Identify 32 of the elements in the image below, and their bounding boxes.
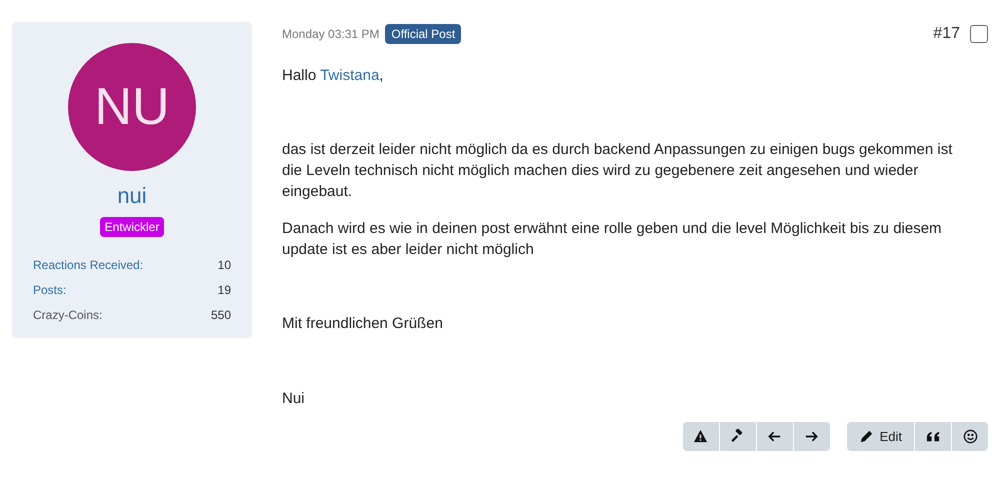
- pencil-icon: [858, 429, 874, 444]
- arrow-left-button[interactable]: [756, 422, 793, 451]
- stat-label[interactable]: Posts:: [33, 281, 66, 299]
- stat-label[interactable]: Reactions Received:: [33, 256, 144, 274]
- greeting-text: Hallo Twistana,: [282, 66, 384, 86]
- arrow-right-button[interactable]: [794, 422, 830, 451]
- post-paragraph: das ist derzeit leider nicht möglich da es durch backend Anpassungen zu einigen bugs gekommen ist die Leveln technisch nicht möglich machen dies wird zu gegebenere zeit angesehen und wieder eingebaut.: [282, 140, 954, 202]
- stat-value: 10: [218, 257, 231, 274]
- signature-text: Nui: [282, 389, 306, 409]
- warning-button[interactable]: [682, 422, 719, 451]
- arrow-right-icon: [804, 429, 820, 444]
- username[interactable]: nui: [117, 179, 147, 212]
- smiley-icon: [962, 429, 978, 444]
- post-number[interactable]: #17: [933, 22, 960, 46]
- edit-button[interactable]: Edit: [846, 422, 914, 451]
- closing-text: Mit freundlichen Grüßen: [282, 314, 444, 334]
- quote-button[interactable]: [915, 422, 951, 451]
- warning-icon: [693, 429, 708, 444]
- user-link[interactable]: Twistana: [320, 67, 380, 84]
- post-paragraph: Danach wird es wie in deinen post erwähnt eine rolle geben und die level Möglichkeit bis zu diesem update ist es aber leider nicht möglich: [282, 219, 943, 260]
- avatar: NU: [68, 43, 196, 171]
- stat-value: 550: [210, 307, 231, 324]
- smiley-button[interactable]: [952, 422, 988, 451]
- role-badge: Entwickler: [100, 217, 164, 237]
- post-time[interactable]: Monday 03:31 PM: [282, 25, 380, 43]
- gavel-button[interactable]: [720, 422, 756, 451]
- official-post-badge: Official Post: [385, 24, 462, 44]
- select-checkbox[interactable]: [970, 25, 988, 43]
- arrow-left-icon: [767, 429, 782, 444]
- quote-icon: [926, 429, 940, 444]
- stat-value: 19: [218, 282, 231, 299]
- stat-label: Crazy-Coins:: [33, 307, 102, 324]
